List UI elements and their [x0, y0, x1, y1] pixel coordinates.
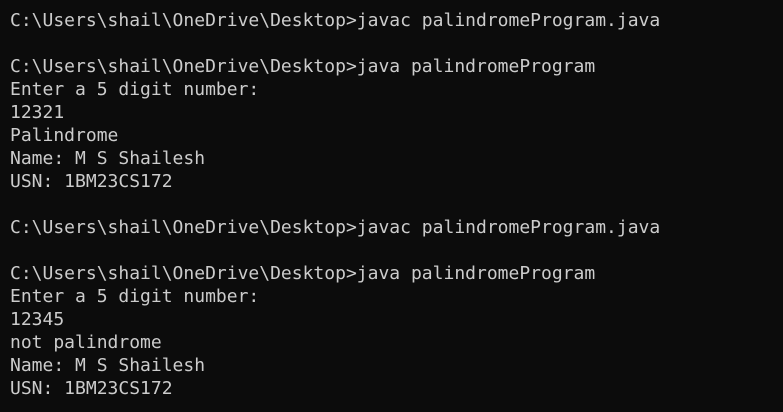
input-line: 12345: [10, 309, 65, 330]
output-line: not palindrome: [10, 332, 162, 353]
output-line: Name: M S Shailesh: [10, 355, 206, 376]
command-line: C:\Users\shail\OneDrive\Desktop>javac pa…: [10, 10, 661, 31]
output-line: USN: 1BM23CS172: [10, 171, 173, 192]
command-line: C:\Users\shail\OneDrive\Desktop>java pal…: [10, 56, 596, 77]
command-line: C:\Users\shail\OneDrive\Desktop>javac pa…: [10, 217, 661, 238]
output-line: Palindrome: [10, 125, 119, 146]
terminal-window[interactable]: C:\Users\shail\OneDrive\Desktop>javac pa…: [0, 0, 783, 412]
output-line: Enter a 5 digit number:: [10, 79, 260, 100]
output-line: Enter a 5 digit number:: [10, 286, 260, 307]
input-line: 12321: [10, 102, 65, 123]
terminal-output: C:\Users\shail\OneDrive\Desktop>javac pa…: [10, 9, 783, 400]
command-line: C:\Users\shail\OneDrive\Desktop>java pal…: [10, 263, 596, 284]
output-line: USN: 1BM23CS172: [10, 378, 173, 399]
output-line: Name: M S Shailesh: [10, 148, 206, 169]
